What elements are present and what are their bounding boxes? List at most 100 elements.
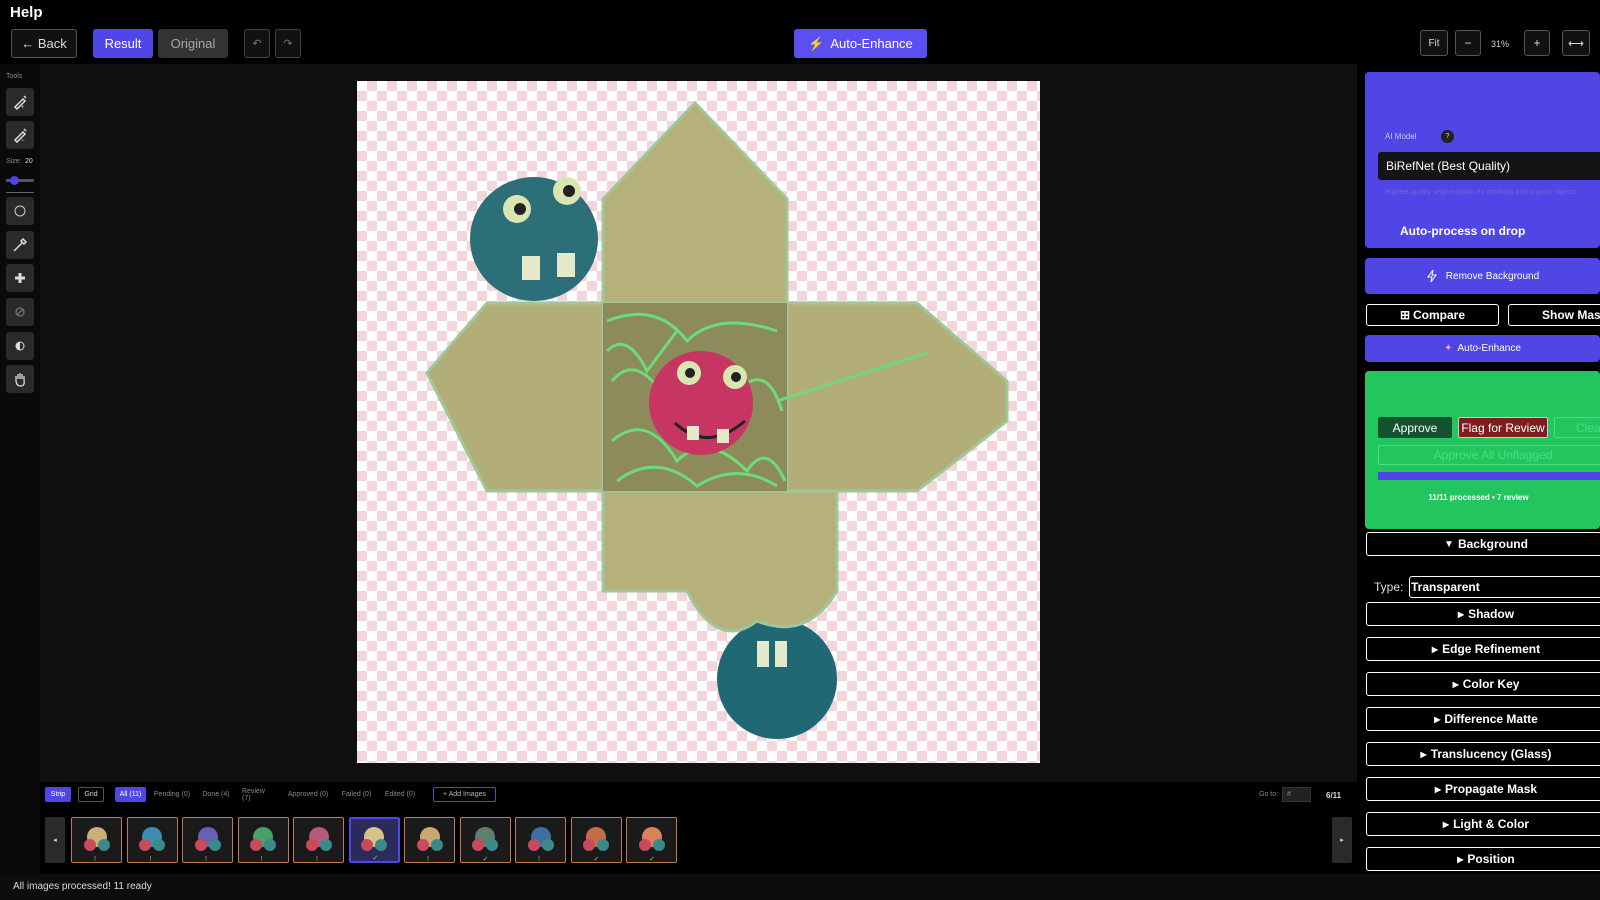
slider-thumb[interactable] [10,176,19,185]
section-propagate-mask[interactable]: ▶ Propagate Mask [1366,777,1600,801]
back-button[interactable]: ← Back [11,29,77,58]
type-label: Type: [1374,580,1404,594]
thumbnail[interactable]: ! [404,817,455,863]
tab-strip-view[interactable]: Strip [45,787,71,802]
fit-button[interactable]: Fit [1420,30,1448,56]
section-label: Position [1467,852,1515,866]
add-images-button[interactable]: + Add Images [433,787,496,802]
flag-review-button[interactable]: Flag for Review [1458,417,1548,438]
auto-process-toggle[interactable]: Auto-process on drop [1400,224,1525,238]
tools-label: Tools [6,73,23,80]
filter-review[interactable]: Review (7) [242,787,275,802]
thumbnail[interactable]: ! [71,817,122,863]
thumbnail[interactable]: ! [515,817,566,863]
original-view-button[interactable]: Original [158,29,228,58]
filter-edited[interactable]: Edited (0) [384,787,416,802]
approve-button[interactable]: Approve [1378,417,1452,438]
filter-failed[interactable]: Failed (0) [341,787,372,802]
thumbnail-status: ✓ [649,856,655,863]
model-select[interactable]: BiRefNet (Best Quality) [1378,152,1600,180]
section-difference-matte[interactable]: ▶ Difference Matte [1366,707,1600,731]
strip-prev-button[interactable]: ◂ [45,817,65,863]
thumbnail[interactable]: ✓ [348,817,400,863]
thumbnail-image [305,827,332,851]
zoom-in-button[interactable]: + [1524,30,1550,56]
thumbnail[interactable]: ✓ [626,817,677,863]
approve-all-button[interactable]: Approve All Unflagged [1378,445,1600,465]
caret-right-icon: ▶ [1457,609,1465,619]
zoom-out-button[interactable]: − [1455,30,1481,56]
thumbnail-status: ! [316,856,318,863]
help-menu[interactable]: Help [10,4,43,21]
lasso-circle-icon[interactable] [6,197,34,225]
thumbnail-image [83,827,110,851]
thumbnail-image [194,827,221,851]
section-translucency-glass[interactable]: ▶ Translucency (Glass) [1366,742,1600,766]
section-background[interactable]: ▼ Background [1366,532,1600,556]
section-label: Translucency (Glass) [1430,747,1552,761]
compare-button[interactable]: ⊞ Compare [1366,304,1499,326]
thumbnail[interactable]: ✓ [459,817,511,863]
clear-button[interactable]: Clear [1554,417,1600,438]
show-mask-button[interactable]: Show Mask [1508,304,1600,326]
progress-bar [1378,472,1600,480]
undo-button[interactable]: ↶ [244,29,270,58]
background-type-select[interactable]: Transparent [1409,576,1600,598]
progress-fill [1378,472,1600,480]
section-shadow[interactable]: ▶ Shadow [1366,602,1600,626]
remove-background-label: Remove Background [1445,270,1540,282]
thumbnail[interactable]: ✓ [570,817,622,863]
size-label: Size: [6,158,22,165]
thumbnail-status: ✓ [593,856,600,863]
help-icon[interactable]: ? [1441,130,1454,143]
section-label: Propagate Mask [1445,782,1538,796]
filter-pending[interactable]: Pending (0) [152,787,192,802]
strip-next-button[interactable]: ▸ [1332,817,1352,863]
image-count: 6/11 [1326,791,1342,800]
result-view-button[interactable]: Result [93,29,153,58]
compare-icon: ⊞ [1399,308,1411,322]
filter-all[interactable]: All (11) [115,787,146,802]
thumbnail-image [139,827,165,851]
thumbnail[interactable]: ! [293,817,344,863]
thumbnail-status: ✓ [372,855,379,862]
brush-add-icon[interactable]: + [6,88,34,116]
size-value: 20 [25,158,33,165]
image-strip-bar: Strip Grid All (11) Pending (0) Done (4)… [40,782,1357,874]
brush-erase-icon[interactable]: − [6,121,34,149]
eyedropper-icon[interactable] [6,231,34,259]
remove-background-button[interactable]: Remove Background [1365,258,1600,294]
section-position[interactable]: ▶ Position [1366,847,1600,871]
fit-width-button[interactable]: ⟷ [1562,30,1590,56]
image-canvas[interactable] [357,81,1040,763]
goto-input[interactable]: # [1282,787,1311,802]
auto-enhance-button[interactable]: ⚡ Auto-Enhance [794,29,927,58]
thumbnail[interactable]: ! [126,817,178,863]
tools-divider [6,192,34,193]
contrast-icon[interactable] [6,332,34,360]
canvas-area[interactable] [40,64,1357,782]
auto-enhance-panel-button[interactable]: ✦ Auto-Enhance [1365,335,1600,362]
section-light-color[interactable]: ▶ Light & Color [1366,812,1600,836]
section-color-key[interactable]: ▶ Color Key [1366,672,1600,696]
thumbnail-status: ! [427,856,429,863]
bolt-icon: ⚡ [808,35,825,51]
section-edge-refinement[interactable]: ▶ Edge Refinement [1366,637,1600,661]
hand-pan-icon[interactable] [6,365,34,393]
heal-plus-icon[interactable] [6,264,34,292]
clear-icon[interactable] [6,298,34,326]
filter-done[interactable]: Done (4) [201,787,231,802]
progress-text: 11/11 processed • 7 review [1428,493,1529,502]
thumbnail[interactable]: ! [182,817,233,863]
thumbnail-status: ! [205,856,207,863]
bolt-icon [1426,269,1437,283]
thumbnail-status: ! [149,856,152,863]
thumbnail-status: ✓ [482,856,489,863]
thumbnail[interactable]: ! [237,817,289,863]
size-slider[interactable] [6,176,34,185]
redo-button[interactable]: ↷ [275,29,301,58]
filter-approved[interactable]: Approved (0) [286,787,330,802]
svg-text:−: − [21,138,25,143]
section-label: Edge Refinement [1442,642,1541,656]
tab-grid-view[interactable]: Grid [78,787,104,802]
